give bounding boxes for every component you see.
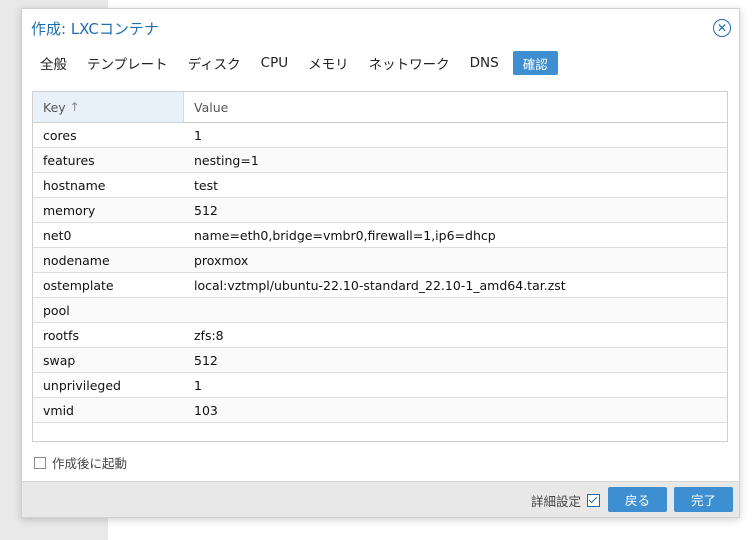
row-key: swap xyxy=(43,352,76,368)
row-key: pool xyxy=(43,302,70,318)
tab-disk[interactable]: ディスク xyxy=(178,51,251,75)
row-value: 103 xyxy=(194,402,218,418)
start-after-created-label: 作成後に起動 xyxy=(52,456,128,471)
table-row[interactable]: cores 1 xyxy=(33,123,727,148)
row-value: proxmox xyxy=(194,252,249,268)
table-row[interactable]: net0 name=eth0,bridge=vmbr0,firewall=1,i… xyxy=(33,223,727,248)
row-value xyxy=(184,298,727,322)
tab-confirm[interactable]: 確認 xyxy=(512,51,558,75)
grid-body: cores 1 features nesting=1 hostname test… xyxy=(33,123,727,423)
table-row[interactable]: memory 512 xyxy=(33,198,727,223)
row-key: ostemplate xyxy=(43,277,114,293)
row-value: 512 xyxy=(194,202,218,218)
close-icon[interactable]: ✕ xyxy=(713,19,731,37)
table-row[interactable]: rootfs zfs:8 xyxy=(33,323,727,348)
table-row[interactable]: nodename proxmox xyxy=(33,248,727,273)
table-row[interactable]: unprivileged 1 xyxy=(33,373,727,398)
row-key: memory xyxy=(43,202,96,218)
tab-cpu[interactable]: CPU xyxy=(251,51,298,75)
back-button[interactable]: 戻る xyxy=(608,487,667,512)
dialog-footer: 詳細設定 戻る 完了 xyxy=(22,481,739,517)
row-key: hostname xyxy=(43,177,106,193)
table-row[interactable]: swap 512 xyxy=(33,348,727,373)
advanced-option[interactable]: 詳細設定 xyxy=(531,491,601,510)
row-key: features xyxy=(43,152,95,168)
row-value: test xyxy=(194,177,219,193)
grid-header: Key ↑ Value xyxy=(33,92,727,123)
arrow-up-icon: ↑ xyxy=(69,100,80,114)
advanced-label: 詳細設定 xyxy=(531,494,582,509)
tab-general[interactable]: 全般 xyxy=(30,51,77,75)
start-after-created-checkbox[interactable] xyxy=(34,456,46,469)
tab-template[interactable]: テンプレート xyxy=(77,51,178,75)
start-after-created-option[interactable]: 作成後に起動 xyxy=(34,453,127,472)
row-value: nesting=1 xyxy=(194,152,259,168)
table-row[interactable]: hostname test xyxy=(33,173,727,198)
row-key: net0 xyxy=(43,227,72,243)
key-header-label: Key xyxy=(43,99,66,115)
row-key: nodename xyxy=(43,252,110,268)
value-column-header[interactable]: Value xyxy=(184,92,727,122)
tab-memory[interactable]: メモリ xyxy=(298,51,359,75)
wizard-tabs: 全般 テンプレート ディスク CPU メモリ ネットワーク DNS 確認 xyxy=(30,51,558,75)
row-value: name=eth0,bridge=vmbr0,firewall=1,ip6=dh… xyxy=(194,227,496,243)
tab-network[interactable]: ネットワーク xyxy=(359,51,460,75)
row-value: 512 xyxy=(194,352,218,368)
row-value: zfs:8 xyxy=(194,327,224,343)
value-header-label: Value xyxy=(194,99,229,115)
finish-button[interactable]: 完了 xyxy=(674,487,733,512)
key-column-header[interactable]: Key ↑ xyxy=(33,92,184,122)
advanced-checkbox[interactable] xyxy=(587,494,601,507)
table-row[interactable]: pool xyxy=(33,298,727,323)
create-lxc-dialog: 作成: LXCコンテナ ✕ 全般 テンプレート ディスク CPU メモリ ネット… xyxy=(21,8,740,518)
table-row[interactable]: features nesting=1 xyxy=(33,148,727,173)
table-row[interactable]: vmid 103 xyxy=(33,398,727,423)
row-value: 1 xyxy=(194,127,202,143)
row-key: vmid xyxy=(43,402,74,418)
tab-dns[interactable]: DNS xyxy=(460,51,509,75)
table-row[interactable]: ostemplate local:vztmpl/ubuntu-22.10-sta… xyxy=(33,273,727,298)
row-key: rootfs xyxy=(43,327,79,343)
row-value: local:vztmpl/ubuntu-22.10-standard_22.10… xyxy=(194,277,566,293)
summary-grid: Key ↑ Value cores 1 features nesting=1 h… xyxy=(32,91,728,442)
dialog-title: 作成: LXCコンテナ xyxy=(31,20,159,38)
row-value: 1 xyxy=(194,377,202,393)
row-key: cores xyxy=(43,127,77,143)
row-key: unprivileged xyxy=(43,377,121,393)
